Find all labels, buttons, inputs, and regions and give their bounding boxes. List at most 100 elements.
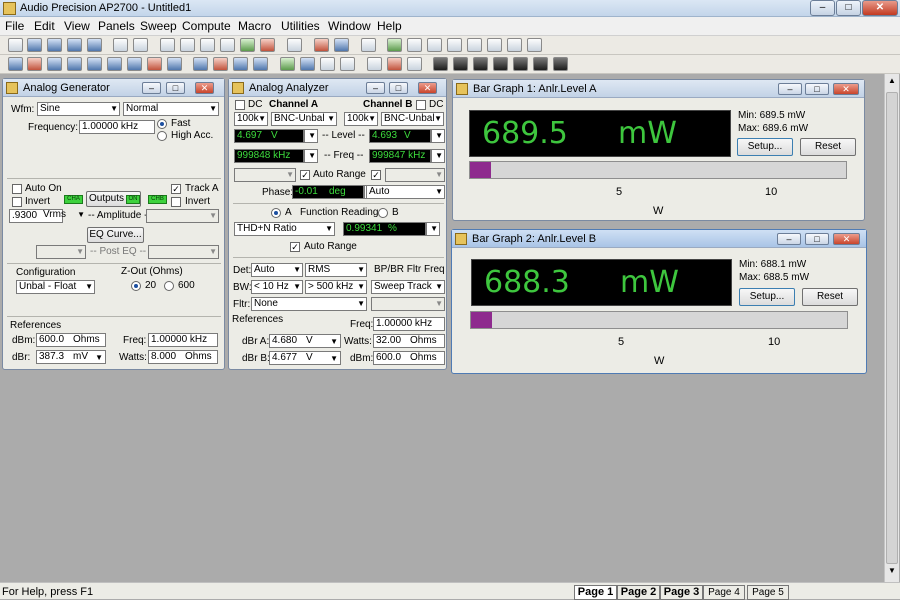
eq-curve-button[interactable]: EQ Curve... [87, 227, 144, 243]
close-button[interactable]: ✕ [833, 83, 859, 95]
tab-page-3[interactable]: Page 3 [660, 585, 703, 600]
new-file-icon[interactable] [8, 38, 23, 52]
sweep-graph-icon[interactable] [8, 57, 23, 71]
det-select[interactable]: Auto ▼ [251, 263, 303, 277]
scope-2-icon[interactable] [453, 57, 468, 71]
close-button[interactable]: ✕ [862, 0, 898, 16]
fast-radio[interactable] [157, 119, 167, 129]
setup-button[interactable]: Setup... [737, 138, 793, 156]
post-eq-value-select[interactable]: ▼ [148, 245, 219, 259]
function-a-radio[interactable] [271, 208, 281, 218]
generator-icon[interactable] [27, 57, 42, 71]
save-all-icon[interactable] [87, 38, 102, 52]
watts-input[interactable]: 8.000 Ohms [148, 350, 218, 364]
menu-compute[interactable]: Compute [182, 19, 231, 33]
table-icon[interactable] [320, 57, 335, 71]
minimize-button[interactable]: – [778, 83, 802, 95]
bw-high-select[interactable]: > 500 kHz ▼ [305, 280, 367, 294]
range-a-select[interactable]: 100k ▼ [234, 112, 268, 126]
menu-edit[interactable]: Edit [34, 19, 55, 33]
function-unit-select[interactable]: ▼ [426, 222, 440, 236]
dc-b-checkbox[interactable] [416, 100, 426, 110]
auto-range-b-checkbox[interactable]: ✓ [371, 170, 381, 180]
reset-button[interactable]: Reset [800, 138, 856, 156]
level-a-unit-select[interactable]: ▼ [304, 129, 318, 143]
fltr-freq-select[interactable]: ▼ [371, 297, 445, 311]
frequency-input[interactable]: 1.00000 kHz [79, 120, 155, 134]
freq-a-unit-select[interactable]: ▼ [304, 149, 318, 163]
play-icon[interactable] [387, 38, 402, 52]
stop-square-icon[interactable] [427, 38, 442, 52]
close-button[interactable]: ✕ [833, 233, 860, 245]
filter-icon[interactable] [87, 57, 102, 71]
switcher-icon[interactable] [213, 57, 228, 71]
speaker-icon[interactable] [167, 57, 182, 71]
cut-icon[interactable] [180, 38, 195, 52]
undo-icon[interactable] [160, 38, 175, 52]
scope-5-icon[interactable] [513, 57, 528, 71]
function-b-radio[interactable] [378, 208, 388, 218]
stop-icon[interactable] [260, 38, 275, 52]
menu-panels[interactable]: Panels [98, 19, 135, 33]
close-button[interactable]: ✕ [195, 82, 214, 94]
hand-icon[interactable] [447, 38, 462, 52]
menu-macro[interactable]: Macro [238, 19, 271, 33]
dc-a-checkbox[interactable] [235, 100, 245, 110]
auto-range-2-checkbox[interactable]: ✓ [290, 242, 300, 252]
outputs-button[interactable]: Outputs ON [86, 191, 141, 207]
copy-icon[interactable] [200, 38, 215, 52]
menu-help[interactable]: Help [377, 19, 402, 33]
step-icon[interactable] [487, 38, 502, 52]
scroll-down-icon[interactable]: ▼ [886, 566, 898, 580]
minimize-button[interactable]: – [777, 233, 801, 245]
tab-page-1[interactable]: Page 1 [574, 585, 617, 600]
minimize-button[interactable]: – [810, 0, 835, 16]
restore-button[interactable]: □ [166, 82, 185, 94]
sheet-icon[interactable] [340, 57, 355, 71]
reset-button[interactable]: Reset [802, 288, 858, 306]
zout-600-radio[interactable] [164, 281, 174, 291]
waveform-select[interactable]: Sine ▼ [37, 102, 120, 116]
dbm-input[interactable]: 600.0 Ohms [373, 351, 445, 365]
menu-view[interactable]: View [64, 19, 90, 33]
workspace-scrollbar[interactable]: ▲ ▼ [884, 74, 899, 582]
menu-file[interactable]: File [5, 19, 24, 33]
waveform-icon[interactable] [47, 57, 62, 71]
det-mode-select[interactable]: RMS ▼ [305, 263, 367, 277]
amplitude-unit-select[interactable]: Vrms ▼ [41, 209, 86, 223]
bar-meter-icon[interactable] [367, 57, 382, 71]
open-file-icon[interactable] [27, 38, 42, 52]
print-icon[interactable] [113, 38, 128, 52]
menu-sweep[interactable]: Sweep [140, 19, 177, 33]
arrow-down-icon[interactable] [300, 57, 315, 71]
dbra-input[interactable]: 4.680 V ▼ [269, 334, 341, 348]
clock-icon[interactable] [147, 57, 162, 71]
zout-20-radio[interactable] [131, 281, 141, 291]
input-a-select[interactable]: BNC-Unbal ▼ [271, 112, 337, 126]
invert-b-checkbox[interactable] [171, 197, 181, 207]
fltr-select[interactable]: None ▼ [251, 297, 367, 311]
configuration-select[interactable]: Unbal - Float ▼ [16, 280, 95, 294]
breakpoint-icon[interactable] [507, 38, 522, 52]
scroll-up-icon[interactable]: ▲ [886, 76, 898, 90]
monitor-icon[interactable] [314, 38, 329, 52]
scope-3-icon[interactable] [473, 57, 488, 71]
menu-window[interactable]: Window [328, 19, 371, 33]
scroll-thumb[interactable] [886, 92, 898, 564]
restore-button[interactable]: □ [389, 82, 408, 94]
setup-button[interactable]: Setup... [739, 288, 795, 306]
print-preview-icon[interactable] [133, 38, 148, 52]
digital-io-icon[interactable] [107, 57, 122, 71]
bw-low-select[interactable]: < 10 Hz ▼ [251, 280, 303, 294]
restore-button[interactable]: □ [805, 233, 829, 245]
restore-button[interactable]: □ [805, 83, 829, 95]
ref-freq-input[interactable]: 1.00000 kHz [148, 333, 218, 347]
invert-a-checkbox[interactable] [12, 197, 22, 207]
freq-b-unit-select[interactable]: ▼ [431, 149, 445, 163]
maximize-button[interactable]: □ [836, 0, 861, 16]
high-acc-radio[interactable] [157, 131, 167, 141]
minimize-button[interactable]: – [366, 82, 385, 94]
scope-6-icon[interactable] [533, 57, 548, 71]
open-folder-icon[interactable] [47, 38, 62, 52]
meter-icon[interactable] [253, 57, 268, 71]
